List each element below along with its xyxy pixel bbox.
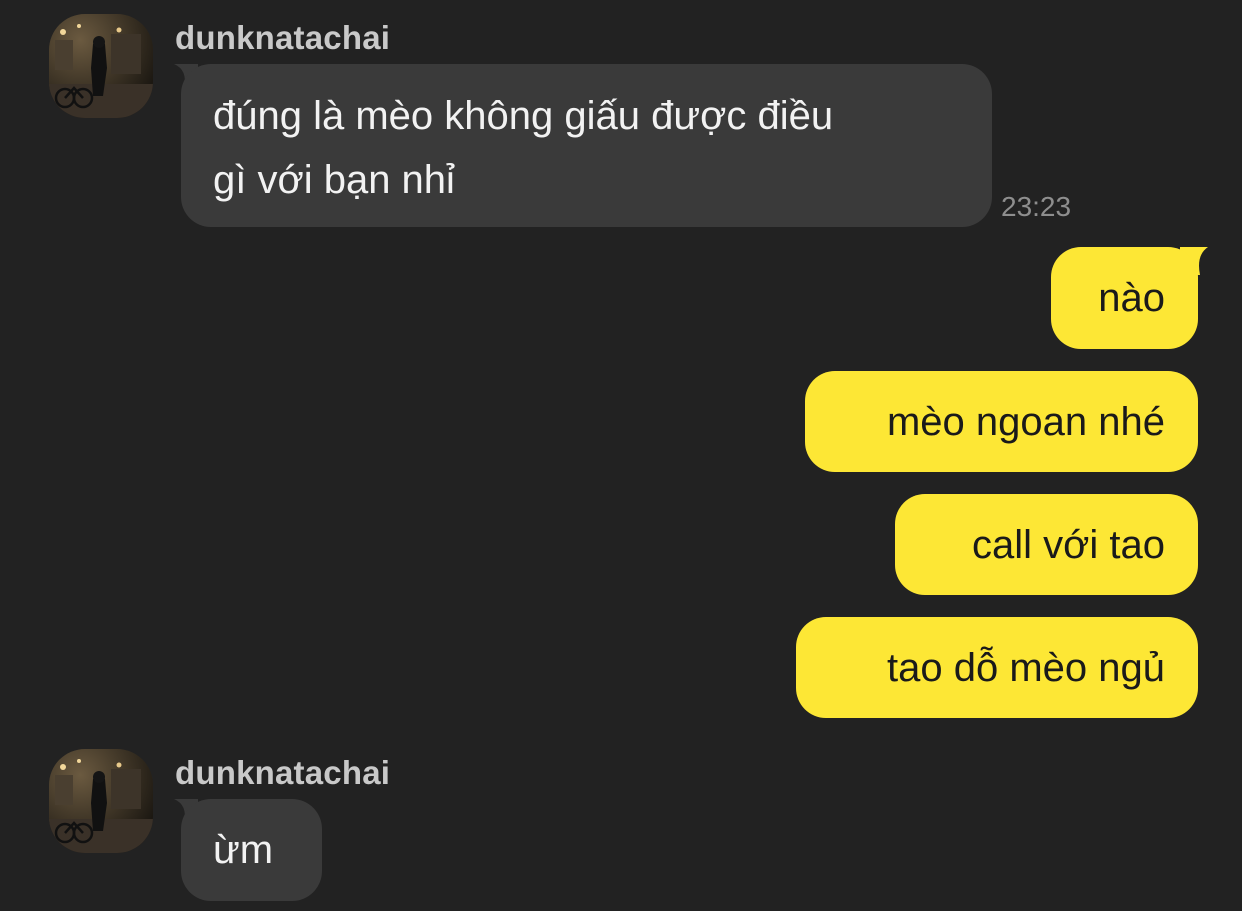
sender-name: dunknatachai <box>175 754 391 791</box>
message-timestamp: 23:23 <box>1001 191 1072 222</box>
message-text-line: gì với bạn nhỉ <box>213 158 455 202</box>
sender-name: dunknatachai <box>175 19 391 56</box>
message-text-line: đúng là mèo không giấu được điều <box>213 94 834 138</box>
message-bubble[interactable]: mèo ngoan nhé <box>805 371 1198 472</box>
message-bubble[interactable]: ừm <box>181 799 322 901</box>
message-bubble[interactable]: call với tao <box>895 494 1198 595</box>
avatar[interactable] <box>49 749 153 853</box>
message-text-line: ừm <box>213 828 274 872</box>
profile-photo-icon <box>49 14 153 118</box>
message-bubble[interactable]: nào <box>1051 247 1198 349</box>
message-bubble[interactable]: tao dỗ mèo ngủ <box>796 617 1198 718</box>
profile-photo-icon <box>49 749 153 853</box>
avatar[interactable] <box>49 14 153 118</box>
message-bubble[interactable]: đúng là mèo không giấu được điều gì với … <box>181 64 992 227</box>
